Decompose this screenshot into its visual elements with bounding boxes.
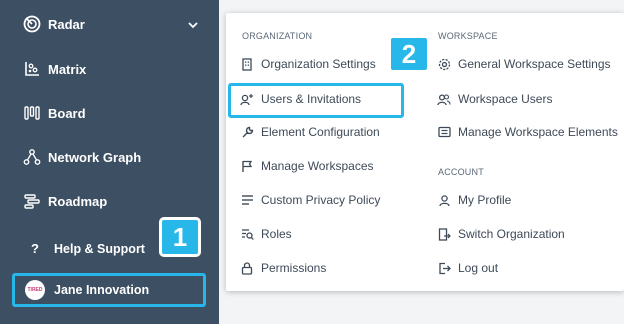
- menu-item-label: Element Configuration: [261, 125, 380, 139]
- help-support-link[interactable]: ? Help & Support: [28, 241, 145, 256]
- radar-icon: [22, 14, 42, 34]
- sidebar-item-label: Roadmap: [48, 193, 108, 209]
- menu-item-label: Manage Workspace Elements: [458, 125, 618, 139]
- help-label: Help & Support: [54, 241, 145, 256]
- menu-item-my-profile[interactable]: My Profile: [437, 193, 511, 207]
- wrench-icon: [240, 125, 254, 139]
- logout-icon: [437, 261, 451, 275]
- chevron-down-icon[interactable]: [186, 18, 200, 32]
- sidebar-item-matrix[interactable]: Matrix: [22, 59, 86, 79]
- workspace-heading: WORKSPACE: [438, 31, 498, 41]
- users-invitations-highlight: [228, 83, 404, 118]
- list-box-icon: [437, 125, 451, 139]
- menu-item-roles[interactable]: Roles: [240, 227, 292, 241]
- user-menu-button[interactable]: TIRED Jane Innovation: [12, 273, 206, 307]
- question-icon: ?: [31, 241, 39, 256]
- users-icon: [437, 92, 451, 106]
- menu-item-label: Organization Settings: [261, 57, 376, 71]
- roadmap-icon: [22, 191, 42, 211]
- board-icon: [22, 103, 42, 123]
- lines-icon: [240, 193, 254, 207]
- menu-item-log-out[interactable]: Log out: [437, 261, 498, 275]
- sidebar-item-label: Matrix: [48, 61, 87, 77]
- building-icon: [240, 57, 254, 71]
- menu-item-workspace-users[interactable]: Workspace Users: [437, 92, 552, 106]
- menu-item-permissions[interactable]: Permissions: [240, 261, 326, 275]
- menu-item-label: Permissions: [261, 261, 327, 275]
- menu-item-label: General Workspace Settings: [458, 57, 611, 71]
- network-graph-icon: [22, 147, 42, 167]
- user-name: Jane Innovation: [54, 283, 150, 297]
- flag-icon: [240, 159, 254, 173]
- sidebar-item-network-graph[interactable]: Network Graph: [22, 147, 141, 167]
- organization-heading: ORGANIZATION: [242, 31, 313, 41]
- menu-item-label: Log out: [458, 261, 499, 275]
- menu-item-manage-workspace-elements[interactable]: Manage Workspace Elements: [437, 125, 618, 139]
- roles-icon: [240, 227, 254, 241]
- menu-item-general-workspace-settings[interactable]: General Workspace Settings: [437, 57, 611, 71]
- sidebar: Radar Matrix Board Network Graph Roadmap…: [0, 0, 219, 324]
- menu-item-label: Manage Workspaces: [261, 159, 374, 173]
- sidebar-item-radar[interactable]: Radar: [22, 14, 85, 34]
- avatar: TIRED: [25, 280, 45, 300]
- menu-item-label: Custom Privacy Policy: [261, 193, 381, 207]
- menu-item-label: Workspace Users: [458, 92, 553, 106]
- sidebar-item-roadmap[interactable]: Roadmap: [22, 191, 107, 211]
- menu-item-manage-workspaces[interactable]: Manage Workspaces: [240, 159, 374, 173]
- sidebar-item-label: Board: [48, 105, 86, 121]
- user-icon: [437, 193, 451, 207]
- menu-item-organization-settings[interactable]: Organization Settings: [240, 57, 376, 71]
- menu-item-label: My Profile: [458, 193, 512, 207]
- step-badge-1: 1: [159, 217, 201, 257]
- lock-icon: [240, 261, 254, 275]
- switch-icon: [437, 227, 451, 241]
- sidebar-item-label: Radar: [48, 16, 85, 32]
- menu-item-switch-organization[interactable]: Switch Organization: [437, 227, 565, 241]
- sidebar-item-label: Network Graph: [48, 149, 142, 165]
- menu-item-label: Switch Organization: [458, 227, 565, 241]
- menu-item-custom-privacy-policy[interactable]: Custom Privacy Policy: [240, 193, 380, 207]
- step-badge-2: 2: [388, 35, 430, 73]
- gear-icon: [437, 57, 451, 71]
- menu-item-label: Roles: [261, 227, 292, 241]
- account-heading: ACCOUNT: [438, 167, 484, 177]
- menu-item-element-configuration[interactable]: Element Configuration: [240, 125, 380, 139]
- matrix-icon: [22, 59, 42, 79]
- sidebar-item-board[interactable]: Board: [22, 103, 86, 123]
